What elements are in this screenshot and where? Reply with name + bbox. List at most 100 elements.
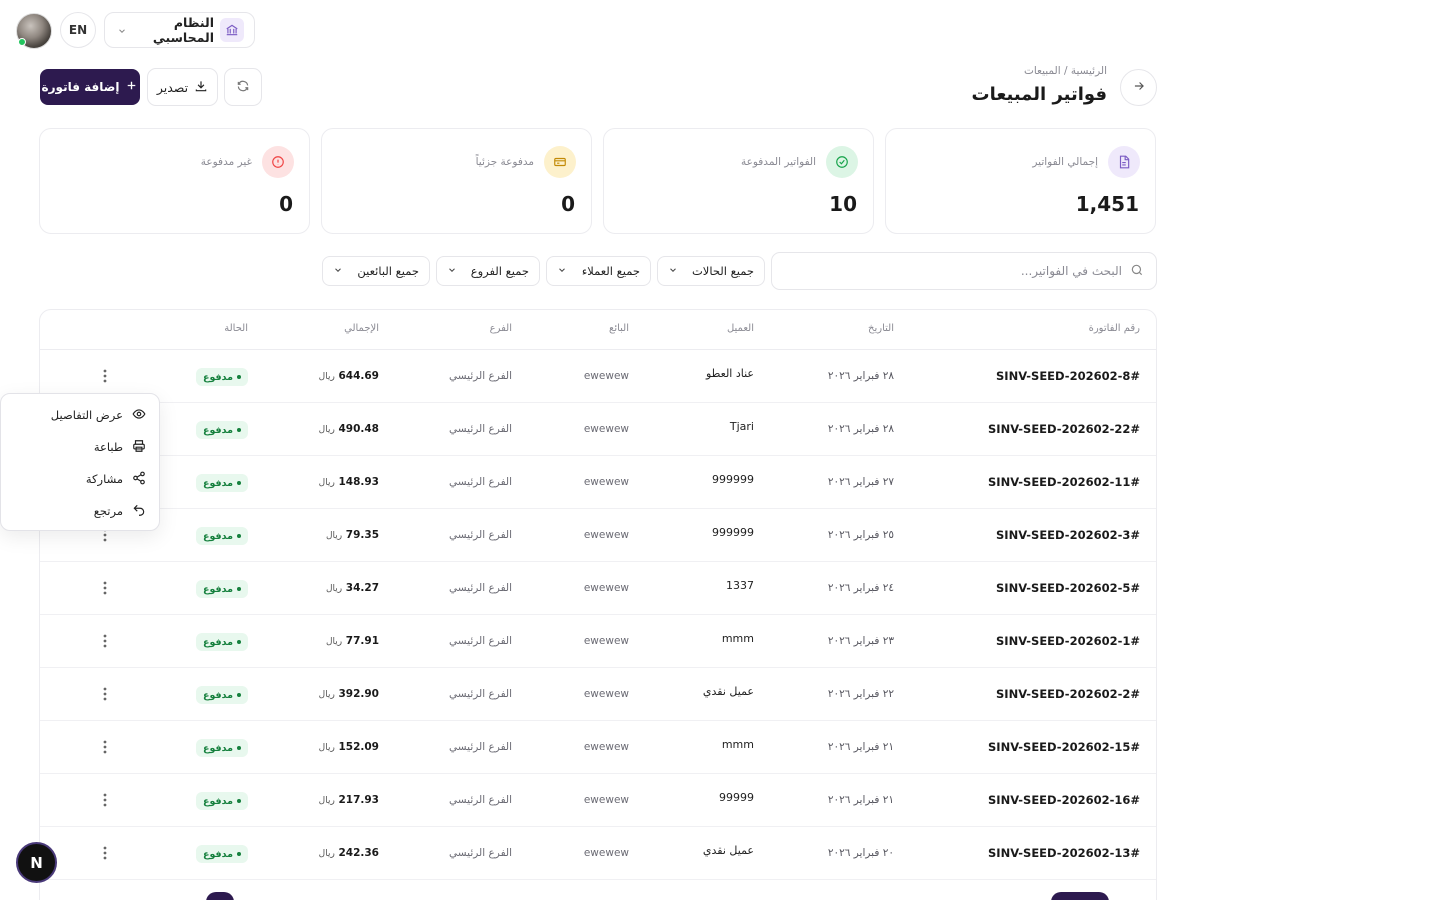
invoice-total: 34.27 ريال	[326, 582, 379, 594]
invoice-number[interactable]: SINV-SEED-202602-11#	[988, 475, 1140, 489]
invoice-number[interactable]: SINV-SEED-202602-22#	[988, 422, 1140, 436]
export-button[interactable]: تصدير	[147, 68, 218, 106]
table-row[interactable]: SINV-SEED-202602-15# ٢١ فبراير ٢٠٢٦ mmm ewe…	[40, 721, 1156, 774]
more-vertical-icon[interactable]	[96, 738, 114, 756]
back-button[interactable]	[1120, 69, 1157, 106]
sellers-filter-label: جميع البائعين	[357, 264, 419, 278]
stat-card-paid: الفواتير المدفوعة 10	[603, 128, 874, 234]
menu-item-return[interactable]: مرتجع	[94, 498, 146, 524]
seller-name: ewewew	[583, 582, 629, 594]
seller-name: ewewew	[583, 688, 629, 700]
customers-filter[interactable]: جميع العملاء	[546, 256, 651, 286]
more-vertical-icon[interactable]	[96, 632, 114, 650]
total-amount: 77.91	[345, 635, 379, 647]
table-row[interactable]: SINV-SEED-202602-16# ٢١ فبراير ٢٠٢٦ 99999 e…	[40, 774, 1156, 827]
pagination-next-button[interactable]	[1051, 892, 1109, 900]
header-invoice[interactable]: رقم الفاتورة	[1089, 323, 1140, 334]
more-vertical-icon[interactable]	[96, 579, 114, 597]
menu-item-share[interactable]: مشاركة	[86, 466, 146, 492]
branches-filter[interactable]: جميع الفروع	[436, 256, 540, 286]
invoice-number[interactable]: SINV-SEED-202602-5#	[996, 581, 1140, 595]
language-toggle-button[interactable]: EN	[60, 12, 96, 48]
status-badge: مدفوع	[195, 686, 248, 704]
table-row[interactable]: SINV-SEED-202602-3# ٢٥ فبراير ٢٠٢٦ 999999 e…	[40, 509, 1156, 562]
chevron-down-icon	[117, 21, 127, 40]
customers-filter-label: جميع العملاء	[581, 264, 640, 278]
status-badge: مدفوع	[195, 580, 248, 598]
invoice-number[interactable]: SINV-SEED-202602-1#	[996, 634, 1140, 648]
stat-label: غير مدفوعة	[200, 156, 252, 168]
header-branch[interactable]: الفرع	[490, 323, 512, 334]
status-label: مدفوع	[202, 477, 233, 489]
sellers-filter[interactable]: جميع البائعين	[322, 256, 430, 286]
header-date[interactable]: التاريخ	[868, 323, 894, 334]
system-label: النظام المحاسبي	[152, 15, 214, 45]
more-vertical-icon[interactable]	[96, 791, 114, 809]
invoice-number[interactable]: SINV-SEED-202602-13#	[988, 846, 1140, 860]
currency-label: ريال	[318, 372, 335, 382]
table-row[interactable]: SINV-SEED-202602-13# ٢٠ فبراير ٢٠٢٦ عميل ن…	[40, 827, 1156, 880]
table-row[interactable]: SINV-SEED-202602-2# ٢٢ فبراير ٢٠٢٦ عميل نق…	[40, 668, 1156, 721]
currency-label: ريال	[318, 690, 335, 700]
stat-value: 0	[279, 192, 293, 216]
stat-card-partial: مدفوعة جزئياً 0	[321, 128, 592, 234]
stat-value: 1,451	[1075, 192, 1139, 216]
branch-name: الفرع الرئيسي	[449, 794, 512, 806]
header-seller[interactable]: البائع	[609, 323, 629, 334]
search-input[interactable]	[784, 264, 1122, 278]
header-total[interactable]: الإجمالي	[344, 323, 379, 334]
customer-name: 999999	[712, 526, 754, 539]
page-title: فواتير المبيعات	[971, 84, 1107, 105]
table-row[interactable]: SINV-SEED-202602-8# ٢٨ فبراير ٢٠٢٦ عناد ال…	[40, 350, 1156, 403]
seller-name: ewewew	[583, 635, 629, 647]
table-row[interactable]: SINV-SEED-202602-11# ٢٧ فبراير ٢٠٢٦ 999999…	[40, 456, 1156, 509]
breadcrumb: الرئيسية / المبيعات	[1023, 65, 1107, 77]
header-status[interactable]: الحالة	[224, 323, 248, 334]
invoice-number[interactable]: SINV-SEED-202602-15#	[988, 740, 1140, 754]
currency-label: ريال	[318, 478, 335, 488]
search-field[interactable]	[771, 252, 1157, 290]
status-badge: مدفوع	[195, 792, 248, 810]
invoice-total: 490.48 ريال	[319, 423, 379, 435]
add-invoice-button[interactable]: إضافة فاتورة	[40, 69, 140, 105]
header-customer[interactable]: العميل	[727, 323, 754, 334]
invoice-number[interactable]: SINV-SEED-202602-3#	[996, 528, 1140, 542]
total-amount: 217.93	[338, 794, 379, 806]
floating-assistant-button[interactable]: N	[16, 842, 57, 883]
menu-item-print[interactable]: طباعة	[94, 434, 146, 460]
invoice-date: ٢٢ فبراير ٢٠٢٦	[827, 688, 894, 700]
status-filter[interactable]: جميع الحالات	[657, 256, 765, 286]
more-vertical-icon[interactable]	[96, 844, 114, 862]
branch-name: الفرع الرئيسي	[449, 423, 512, 435]
more-vertical-icon[interactable]	[96, 685, 114, 703]
customer-name: عميل نقدي	[702, 844, 754, 857]
download-icon	[194, 79, 208, 96]
invoice-total: 79.35 ريال	[326, 529, 379, 541]
customer-name: 99999	[719, 791, 754, 804]
invoice-date: ٢٣ فبراير ٢٠٢٦	[827, 635, 894, 647]
refresh-icon	[236, 78, 250, 97]
branch-name: الفرع الرئيسي	[449, 688, 512, 700]
chevron-down-icon	[557, 264, 567, 278]
invoice-number[interactable]: SINV-SEED-202602-2#	[996, 687, 1140, 701]
chevron-down-icon	[333, 264, 343, 278]
table-row[interactable]: SINV-SEED-202602-5# ٢٤ فبراير ٢٠٢٦ 1337 ewe…	[40, 562, 1156, 615]
refresh-button[interactable]	[224, 68, 262, 106]
invoice-number[interactable]: SINV-SEED-202602-8#	[996, 369, 1140, 383]
document-icon	[1108, 146, 1140, 178]
invoice-date: ٢٨ فبراير ٢٠٢٦	[827, 423, 894, 435]
table-header: رقم الفاتورة التاريخ العميل البائع الفرع…	[40, 310, 1156, 350]
total-amount: 392.90	[338, 688, 379, 700]
menu-item-label: طباعة	[93, 440, 123, 454]
system-switcher[interactable]: النظام المحاسبي	[104, 12, 255, 48]
invoice-number[interactable]: SINV-SEED-202602-16#	[988, 793, 1140, 807]
currency-label: ريال	[325, 531, 343, 541]
menu-item-label: عرض التفاصيل	[50, 408, 123, 422]
seller-name: ewewew	[583, 741, 629, 753]
table-row[interactable]: SINV-SEED-202602-22# ٢٨ فبراير ٢٠٢٦ Tjari e…	[40, 403, 1156, 456]
branch-name: الفرع الرئيسي	[449, 476, 512, 488]
menu-item-view[interactable]: عرض التفاصيل	[51, 402, 146, 428]
pagination-prev-button[interactable]	[206, 892, 234, 900]
table-row[interactable]: SINV-SEED-202602-1# ٢٣ فبراير ٢٠٢٦ mmm ewew…	[40, 615, 1156, 668]
more-vertical-icon[interactable]	[96, 367, 114, 385]
